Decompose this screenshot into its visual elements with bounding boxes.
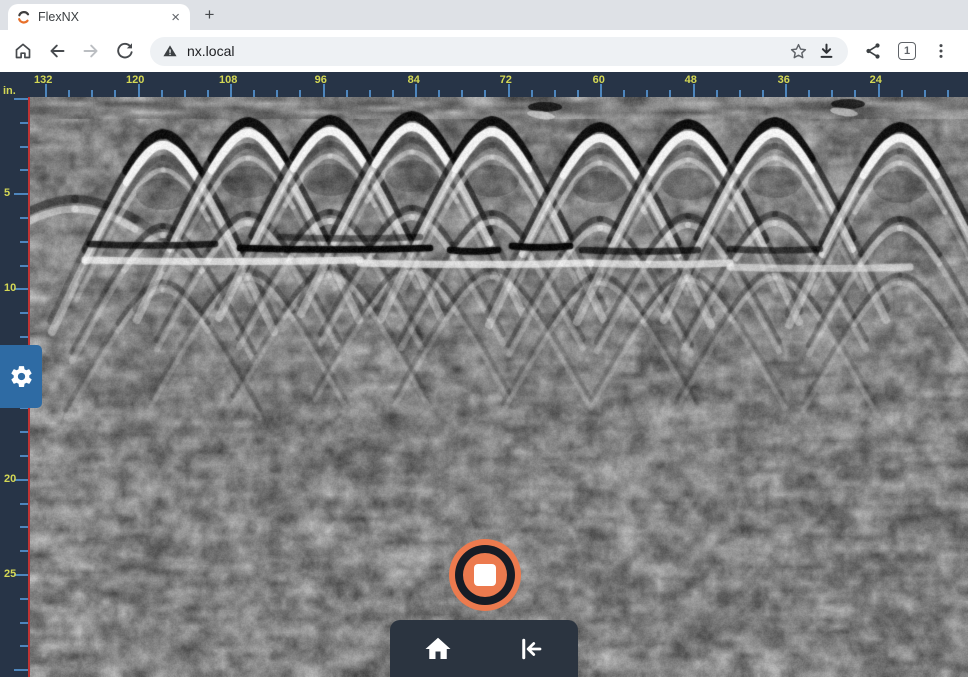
address-bar[interactable]: nx.local: [150, 37, 848, 66]
top-ruler-tick: [392, 90, 394, 97]
top-ruler-tick: [716, 90, 718, 97]
skip-to-start-button[interactable]: [510, 629, 550, 669]
settings-button[interactable]: [0, 345, 42, 408]
top-ruler-tick: [901, 90, 903, 97]
ruler-unit-label: in.: [3, 85, 16, 97]
stop-recording-button[interactable]: [449, 539, 521, 611]
top-ruler-tick: [438, 90, 440, 97]
browser-tabstrip: FlexNX × +: [0, 0, 968, 30]
top-ruler-tick: [739, 90, 741, 97]
browser-toolbar: nx.local 1: [0, 30, 968, 72]
top-ruler-label: 96: [315, 74, 327, 86]
forward-icon[interactable]: [76, 36, 106, 66]
reload-icon[interactable]: [110, 36, 140, 66]
left-ruler-label: 10: [4, 282, 16, 294]
left-ruler-label: 20: [4, 473, 16, 485]
top-ruler-label: 60: [593, 74, 605, 86]
top-ruler-label: 120: [126, 74, 144, 86]
new-tab-button[interactable]: +: [200, 6, 219, 25]
stop-button-ring: [455, 545, 515, 605]
top-ruler-tick: [646, 90, 648, 97]
top-ruler-tick: [461, 90, 463, 97]
left-ruler-tick: [14, 288, 29, 290]
screen: FlexNX × + nx.local: [0, 0, 968, 677]
top-ruler-tick: [91, 90, 93, 97]
left-ruler-tick: [14, 574, 29, 576]
top-ruler-tick: [184, 90, 186, 97]
left-ruler-tick: [14, 98, 29, 100]
left-ruler-tick: [14, 479, 29, 481]
stop-icon: [474, 564, 496, 586]
left-ruler-tick: [14, 193, 29, 195]
top-ruler-tick: [299, 90, 301, 97]
top-ruler-label: 72: [500, 74, 512, 86]
top-ruler-tick: [68, 90, 70, 97]
top-ruler-tick: [114, 90, 116, 97]
top-ruler-tick: [531, 90, 533, 97]
close-tab-icon[interactable]: ×: [169, 10, 182, 25]
top-ruler-tick: [947, 90, 949, 97]
top-ruler-tick: [808, 90, 810, 97]
top-ruler-tick: [854, 90, 856, 97]
top-ruler-label: 36: [778, 74, 790, 86]
top-ruler-tick: [831, 90, 833, 97]
bookmark-star-icon[interactable]: [789, 42, 808, 61]
top-ruler-tick: [924, 90, 926, 97]
tab-title: FlexNX: [38, 10, 162, 24]
top-ruler-inches: 132 120 108 96 84 72 60 48 36 24: [0, 72, 968, 97]
top-ruler-label: 24: [870, 74, 882, 86]
top-ruler-tick: [369, 90, 371, 97]
left-ruler-tick: [14, 669, 29, 671]
url-text[interactable]: nx.local: [187, 43, 780, 59]
tab-counter[interactable]: 1: [892, 36, 922, 66]
left-ruler-label: 25: [4, 568, 16, 580]
menu-kebab-icon[interactable]: [926, 36, 956, 66]
gear-icon: [9, 364, 34, 389]
left-ruler-label: 5: [4, 187, 10, 199]
site-warning-icon[interactable]: [162, 43, 178, 59]
flexnx-app-page: 132 120 108 96 84 72 60 48 36 24 5 10 20 25 in.: [0, 72, 968, 677]
home-filled-icon: [423, 634, 453, 664]
top-ruler-tick: [276, 90, 278, 97]
top-ruler-tick: [207, 90, 209, 97]
share-icon[interactable]: [858, 36, 888, 66]
top-ruler-tick: [554, 90, 556, 97]
top-ruler-tick: [577, 90, 579, 97]
top-ruler-label: 84: [408, 74, 420, 86]
browser-tab-flexnx[interactable]: FlexNX ×: [8, 4, 190, 30]
top-ruler-label: 48: [685, 74, 697, 86]
top-ruler-tick: [762, 90, 764, 97]
top-ruler-label: 108: [219, 74, 237, 86]
top-ruler-tick: [161, 90, 163, 97]
top-ruler-tick: [253, 90, 255, 97]
top-ruler-tick: [484, 90, 486, 97]
stop-button-disc: [463, 553, 507, 597]
flexnx-favicon-icon: [16, 10, 31, 25]
top-ruler-label: 132: [34, 74, 52, 86]
bottom-nav-bar: [390, 620, 578, 677]
top-ruler-tick: [346, 90, 348, 97]
top-ruler-tick: [669, 90, 671, 97]
skip-to-start-icon: [515, 634, 545, 664]
home-icon[interactable]: [8, 36, 38, 66]
top-ruler-tick: [623, 90, 625, 97]
home-nav-button[interactable]: [418, 629, 458, 669]
download-icon[interactable]: [817, 42, 836, 61]
back-icon[interactable]: [42, 36, 72, 66]
